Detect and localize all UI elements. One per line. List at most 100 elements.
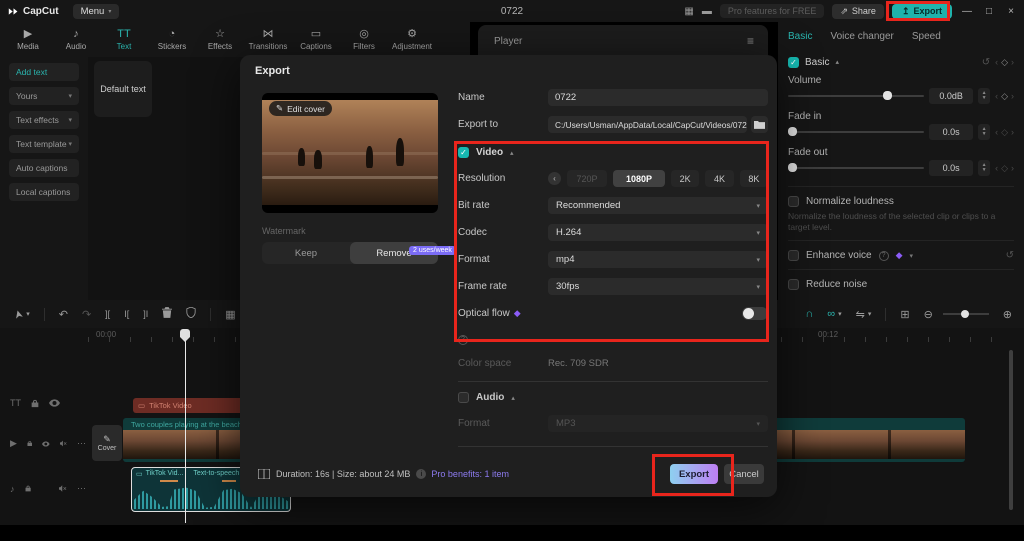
text-clip[interactable]: ▭ TikTok Video — [133, 398, 248, 413]
format-select[interactable]: mp4▾ — [548, 251, 768, 268]
keyframe-icon[interactable]: ◇ — [1001, 163, 1008, 174]
zoom-slider-thumb[interactable] — [961, 310, 969, 318]
select-tool-icon[interactable]: ➤ — [11, 308, 26, 320]
minimize-button[interactable]: — — [960, 6, 974, 17]
chevron-down-icon[interactable]: ▾ — [910, 252, 914, 260]
split-icon[interactable]: ][ — [105, 309, 110, 319]
audio-checkbox[interactable] — [458, 392, 469, 403]
tab-effects[interactable]: ☆Effects — [198, 28, 242, 51]
keyframe-icon[interactable]: ◇ — [1001, 57, 1008, 68]
sidebar-item-text-template[interactable]: Text template▾ — [9, 135, 79, 153]
pro-benefits[interactable]: i Pro benefits: 1 item — [416, 469, 509, 479]
tab-audio[interactable]: ♪Audio — [54, 28, 98, 51]
tab-voice-changer[interactable]: Voice changer — [830, 31, 893, 42]
optical-flow-toggle[interactable] — [742, 307, 768, 320]
redo-icon[interactable]: ↷ — [82, 308, 91, 321]
playhead[interactable] — [185, 330, 186, 523]
reset-icon[interactable]: ↺ — [1006, 250, 1014, 261]
lock-icon[interactable] — [27, 439, 33, 448]
fade-out-slider-thumb[interactable] — [788, 163, 797, 172]
help-icon[interactable]: ? — [879, 251, 889, 261]
sidebar-item-auto-captions[interactable]: Auto captions — [9, 159, 79, 177]
lock-icon[interactable] — [31, 399, 39, 408]
edit-cover-button[interactable]: ✎ Edit cover — [269, 101, 332, 116]
watermark-keep-button[interactable]: Keep — [262, 242, 350, 264]
collapse-icon[interactable]: ▴ — [835, 58, 839, 66]
tab-basic[interactable]: Basic — [788, 31, 812, 42]
link-icon[interactable]: ∞ — [827, 308, 835, 320]
tab-transitions[interactable]: ⋈Transitions — [246, 28, 290, 51]
sidebar-item-yours[interactable]: Yours▾ — [9, 87, 79, 105]
framerate-select[interactable]: 30fps▾ — [548, 278, 768, 295]
delete-icon[interactable] — [162, 307, 172, 321]
bitrate-select[interactable]: Recommended▾ — [548, 197, 768, 214]
volume-slider-thumb[interactable] — [883, 91, 892, 100]
export-button-top[interactable]: ↥ Export — [892, 4, 952, 19]
volume-stepper[interactable]: ▲▼ — [978, 88, 990, 104]
reduce-noise-checkbox[interactable] — [788, 279, 799, 290]
eye-icon[interactable] — [42, 440, 50, 448]
sidebar-item-text-effects[interactable]: Text effects▾ — [9, 111, 79, 129]
cancel-button[interactable]: Cancel — [724, 464, 764, 484]
tab-media[interactable]: ▶Media — [6, 28, 50, 51]
volume-value[interactable]: 0.0dB — [929, 88, 973, 104]
zoom-out-icon[interactable]: ⊖ — [924, 308, 933, 321]
browse-folder-button[interactable] — [751, 116, 768, 133]
maximize-button[interactable]: □ — [982, 6, 996, 17]
fade-in-slider[interactable] — [788, 131, 924, 133]
name-input[interactable]: 0722 — [548, 89, 768, 106]
tab-filters[interactable]: ◎Filters — [342, 28, 386, 51]
trim-left-icon[interactable]: I[ — [124, 309, 129, 319]
keyframe-next-icon[interactable]: › — [1011, 91, 1014, 101]
chevron-down-icon[interactable]: ▾ — [26, 310, 30, 318]
fade-out-value[interactable]: 0.0s — [929, 160, 973, 176]
chevron-down-icon[interactable]: ▾ — [868, 310, 872, 318]
share-button[interactable]: ⇗ Share — [832, 4, 884, 19]
fade-in-slider-thumb[interactable] — [788, 127, 797, 136]
player-menu-icon[interactable]: ≡ — [747, 34, 754, 48]
enhance-voice-checkbox[interactable] — [788, 250, 799, 261]
resolution-4k[interactable]: 4K — [705, 170, 733, 187]
basic-checkbox[interactable]: ✓ — [788, 57, 799, 68]
chevron-down-icon[interactable]: ▾ — [838, 310, 842, 318]
collapse-icon[interactable]: ▴ — [510, 149, 514, 157]
close-button[interactable]: × — [1004, 6, 1018, 17]
trim-right-icon[interactable]: ]I — [143, 309, 148, 319]
tab-adjustment[interactable]: ⚙Adjustment — [390, 28, 434, 51]
layout-wide-icon[interactable]: ▬ — [702, 6, 712, 17]
video-checkbox[interactable]: ✓ — [458, 147, 469, 158]
tab-captions[interactable]: ▭Captions — [294, 28, 338, 51]
resolution-2k[interactable]: 2K — [671, 170, 699, 187]
reset-icon[interactable]: ↺ — [982, 57, 990, 68]
collapse-icon[interactable]: ▴ — [511, 394, 515, 402]
keyframe-icon[interactable]: ◇ — [1001, 91, 1008, 102]
fade-out-stepper[interactable]: ▲▼ — [978, 160, 990, 176]
sidebar-item-add-text[interactable]: Add text — [9, 63, 79, 81]
zoom-in-icon[interactable]: ⊕ — [1003, 308, 1012, 321]
audio-format-select[interactable]: MP3▾ — [548, 415, 768, 432]
sidebar-item-local-captions[interactable]: Local captions — [9, 183, 79, 201]
flip-icon[interactable]: ⇋ — [856, 308, 865, 321]
export-path-input[interactable]: C:/Users/Usman/AppData/Local/CapCut/Vide… — [548, 116, 747, 133]
tab-text[interactable]: TTText — [102, 28, 146, 51]
mute-icon[interactable] — [60, 439, 67, 448]
pro-features-button[interactable]: Pro features for FREE — [720, 4, 825, 18]
cover-edit-button[interactable]: ✎ Cover — [92, 425, 122, 461]
fade-in-stepper[interactable]: ▲▼ — [978, 124, 990, 140]
mask-icon[interactable] — [186, 307, 196, 321]
magnet-icon[interactable]: ∩ — [805, 308, 813, 320]
eye-icon[interactable] — [49, 399, 60, 407]
tab-stickers[interactable]: ◔Stickers — [150, 28, 194, 51]
resolution-prev-arrow[interactable]: ‹ — [548, 172, 561, 185]
fade-in-value[interactable]: 0.0s — [929, 124, 973, 140]
preview-axis-icon[interactable]: ⊞ — [900, 308, 909, 321]
export-frame-icon[interactable]: ▦ — [225, 308, 235, 321]
help-icon[interactable]: ? — [458, 335, 468, 345]
more-icon[interactable]: ⋯ — [77, 438, 86, 449]
tab-speed[interactable]: Speed — [912, 31, 941, 42]
default-text-card[interactable]: Default text — [94, 61, 152, 117]
mute-icon[interactable] — [59, 484, 67, 493]
keyframe-icon[interactable]: ◇ — [1001, 127, 1008, 138]
codec-select[interactable]: H.264▾ — [548, 224, 768, 241]
lock-icon[interactable] — [25, 484, 31, 493]
